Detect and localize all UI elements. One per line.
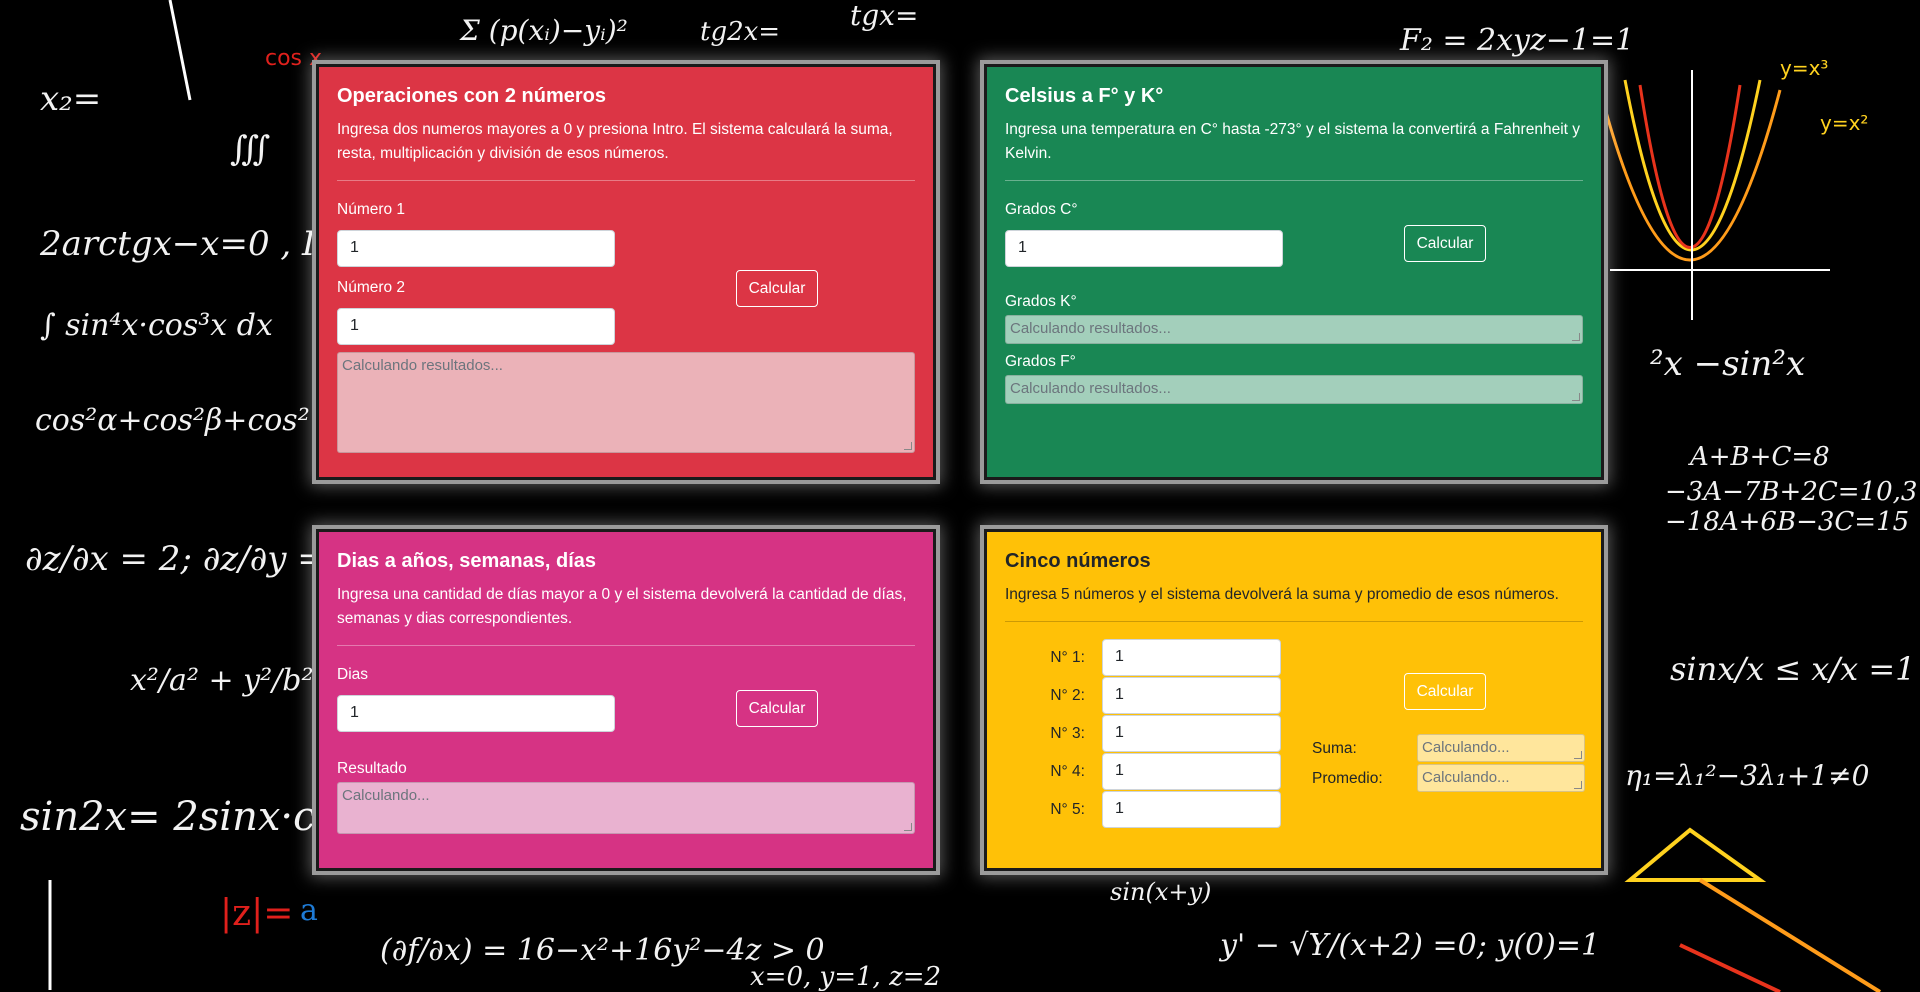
celsius-calculate-button[interactable]: Calcular	[1404, 225, 1486, 262]
svg-text:sin(x+y): sin(x+y)	[1110, 878, 1211, 906]
result-label: Resultado	[337, 760, 407, 777]
number-field-label: N° 3:	[1050, 725, 1085, 742]
days-divider	[337, 645, 915, 646]
celsius-divider	[1005, 180, 1583, 181]
number-field-label: N° 4:	[1050, 763, 1085, 780]
number1-input[interactable]: 1	[337, 230, 615, 267]
svg-text:−18A+6B−3C=15: −18A+6B−3C=15	[1665, 507, 1909, 537]
svg-text:sin2x= 2sinx·c: sin2x= 2sinx·c	[20, 794, 316, 840]
svg-text:tgx=: tgx=	[850, 0, 918, 32]
svg-text:∂z/∂x = 2; ∂z/∂y = 0: ∂z/∂x = 2; ∂z/∂y = 0	[25, 539, 358, 579]
svg-text:A+B+C=8: A+B+C=8	[1688, 442, 1830, 472]
celsius-description: Ingresa una temperatura en C° hasta -273…	[1005, 121, 1580, 162]
operations-calculate-button[interactable]: Calcular	[736, 270, 818, 307]
days-calculate-button[interactable]: Calcular	[736, 690, 818, 727]
number2-label: Número 2	[337, 279, 406, 296]
svg-text:y=x³: y=x³	[1780, 56, 1828, 80]
fahrenheit-label: Grados F°	[1005, 353, 1076, 370]
chalkboard-background: x₂= ∭ 2arctgx−x=0 , I= ∫ sin⁴x·cos³x dx …	[20, 0, 1917, 992]
number-field-input[interactable]: 1	[1102, 677, 1281, 714]
average-label: Promedio:	[1312, 770, 1383, 787]
svg-text:y=x²: y=x²	[1820, 111, 1868, 135]
operations-card: Operaciones con 2 números Ingresa dos nu…	[316, 64, 936, 480]
operations-description: Ingresa dos numeros mayores a 0 y presio…	[337, 121, 893, 162]
svg-text:∫ sin⁴x·cos³x dx: ∫ sin⁴x·cos³x dx	[40, 308, 273, 343]
celsius-title: Celsius a F° y K°	[1005, 85, 1164, 107]
days-card: Dias a años, semanas, días Ingresa una c…	[316, 529, 936, 871]
fahrenheit-output[interactable]: Calculando resultados...	[1005, 375, 1583, 404]
svg-text:∭: ∭	[230, 129, 270, 169]
svg-text:−3A−7B+2C=10,3: −3A−7B+2C=10,3	[1665, 477, 1917, 507]
sum-output[interactable]: Calculando...	[1417, 734, 1585, 762]
five-description: Ingresa 5 números y el sistema devolverá…	[1005, 586, 1559, 603]
svg-text:y' − √Y/(x+2) =0; y(0)=1: y' − √Y/(x+2) =0; y(0)=1	[1218, 928, 1600, 963]
number2-input[interactable]: 1	[337, 308, 615, 345]
number-field-label: N° 1:	[1050, 649, 1085, 666]
days-description: Ingresa una cantidad de días mayor a 0 y…	[337, 586, 907, 627]
svg-text:²x −sin²x: ²x −sin²x	[1650, 344, 1805, 384]
sum-label: Suma:	[1312, 740, 1357, 757]
kelvin-output[interactable]: Calculando resultados...	[1005, 315, 1583, 344]
svg-text:sinx/x ≤ x/x =1: sinx/x ≤ x/x =1	[1670, 650, 1916, 688]
operations-results-textarea[interactable]: Calculando resultados...	[337, 352, 915, 453]
svg-text:|z|=: |z|=	[220, 893, 293, 934]
days-result-textarea[interactable]: Calculando...	[337, 782, 915, 834]
kelvin-label: Grados K°	[1005, 293, 1077, 310]
svg-text:cos²α+cos²β+cos²: cos²α+cos²β+cos²	[35, 403, 310, 438]
celsius-card: Celsius a F° y K° Ingresa una temperatur…	[984, 64, 1604, 480]
operations-title: Operaciones con 2 números	[337, 85, 606, 107]
five-calculate-button[interactable]: Calcular	[1404, 673, 1486, 710]
number-field-label: N° 5:	[1050, 801, 1085, 818]
operations-divider	[337, 180, 915, 181]
number-field-input[interactable]: 1	[1102, 715, 1281, 752]
number-field-input[interactable]: 1	[1102, 639, 1281, 676]
celsius-label: Grados C°	[1005, 201, 1078, 218]
svg-text:2arctgx−x=0 , I=: 2arctgx−x=0 , I=	[39, 224, 344, 264]
number-field-input[interactable]: 1	[1102, 753, 1281, 790]
days-input[interactable]: 1	[337, 695, 615, 732]
celsius-input[interactable]: 1	[1005, 230, 1283, 267]
svg-text:a: a	[300, 893, 318, 928]
days-title: Dias a años, semanas, días	[337, 550, 597, 572]
average-output[interactable]: Calculando...	[1417, 764, 1585, 792]
svg-text:Σ (p(xᵢ)−yᵢ)²: Σ (p(xᵢ)−yᵢ)²	[459, 14, 628, 47]
days-label: Dias	[337, 666, 369, 683]
five-title: Cinco números	[1005, 550, 1151, 572]
five-numbers-card: Cinco números Ingresa 5 números y el sis…	[984, 529, 1604, 871]
svg-text:F₂ = 2xyz−1=1: F₂ = 2xyz−1=1	[1399, 23, 1634, 58]
svg-text:x₂=: x₂=	[40, 79, 101, 119]
svg-text:x=0, y=1, z=2: x=0, y=1, z=2	[750, 962, 941, 992]
svg-text:cos x: cos x	[265, 46, 322, 71]
svg-text:tg2x=: tg2x=	[700, 17, 780, 47]
number1-label: Número 1	[337, 201, 406, 218]
five-divider	[1005, 621, 1583, 622]
number-field-input[interactable]: 1	[1102, 791, 1281, 828]
number-field-label: N° 2:	[1050, 687, 1085, 704]
svg-text:η₁=λ₁²−3λ₁+1≠0: η₁=λ₁²−3λ₁+1≠0	[1625, 759, 1869, 792]
